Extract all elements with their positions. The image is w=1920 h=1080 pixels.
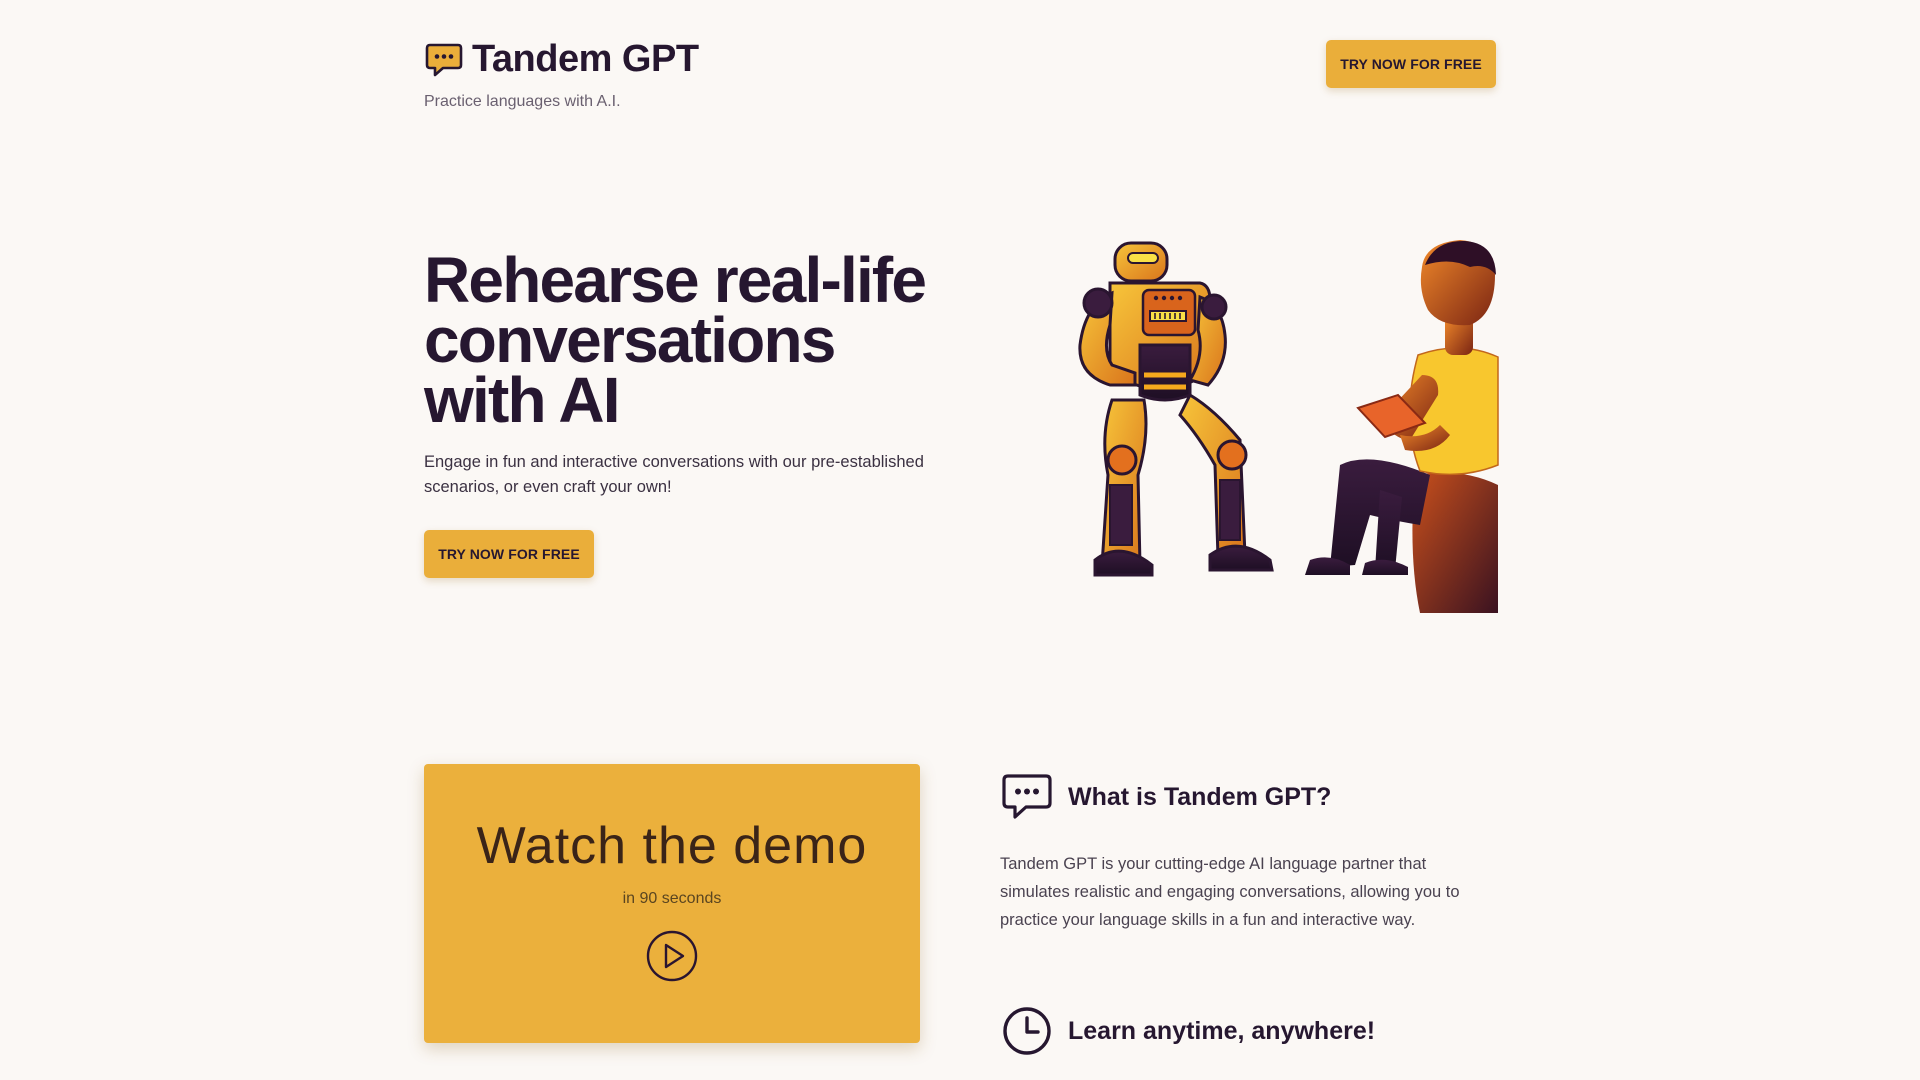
brand-tagline: Practice languages with A.I. xyxy=(424,93,621,110)
demo-duration: in 90 seconds xyxy=(622,890,722,907)
feature-title: Learn anytime, anywhere! xyxy=(1068,1016,1376,1045)
feature-what-is: What is Tandem GPT? Tandem GPT is your c… xyxy=(1000,770,1500,934)
brand-row: Tandem GPT xyxy=(424,38,699,81)
chat-bubble-logo-icon xyxy=(424,40,464,80)
landing-page: Tandem GPT Practice languages with A.I. … xyxy=(0,0,1920,1080)
feature-header: What is Tandem GPT? xyxy=(1000,770,1500,824)
hero-subtitle: Engage in fun and interactive conversati… xyxy=(424,453,924,496)
try-now-hero-button[interactable]: TRY NOW FOR FREE xyxy=(424,530,594,578)
brand: Tandem GPT Practice languages with A.I. xyxy=(424,38,699,111)
play-icon[interactable] xyxy=(646,930,698,982)
robot-figure xyxy=(1078,241,1274,577)
feature-description: Tandem GPT is your cutting-edge AI langu… xyxy=(1000,855,1460,929)
feature-learn-anytime: Learn anytime, anywhere! xyxy=(1000,1004,1375,1058)
robot-and-person-illustration xyxy=(1040,235,1500,615)
clock-icon xyxy=(1000,1004,1054,1058)
hero-title-line-3: with AI xyxy=(424,364,621,436)
chat-bubble-icon xyxy=(1000,770,1054,824)
hero-title: Rehearse real-life conversations with AI xyxy=(424,248,984,432)
person-figure xyxy=(1305,240,1499,613)
watch-demo-card[interactable]: Watch the demo in 90 seconds xyxy=(424,764,920,1043)
demo-title: Watch the demo xyxy=(476,817,868,875)
feature-title: What is Tandem GPT? xyxy=(1068,782,1332,811)
brand-title[interactable]: Tandem GPT xyxy=(472,38,699,81)
feature-header: Learn anytime, anywhere! xyxy=(1000,1004,1375,1058)
try-now-header-button[interactable]: TRY NOW FOR FREE xyxy=(1326,40,1496,88)
